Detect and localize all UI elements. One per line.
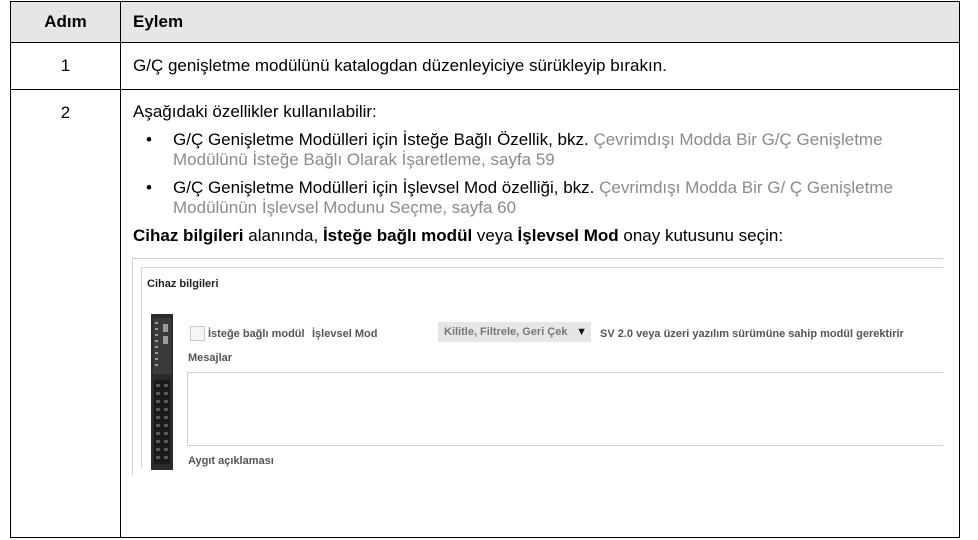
bullet-icon: •: [146, 178, 152, 197]
table-row: 2 Aşağıdaki özellikler kullanılabilir: •…: [10, 89, 960, 538]
functional-mode-select[interactable]: Kilitle, Filtrele, Geri Çek ▼: [438, 322, 591, 342]
action-text: G/Ç genişletme modülünü katalogdan düzen…: [120, 42, 960, 90]
list-item: • G/Ç Genişletme Modülleri için İşlevsel…: [133, 178, 949, 218]
optional-module-checkbox[interactable]: [190, 326, 205, 341]
instruction-text: Cihaz bilgileri alanında, İsteğe bağlı m…: [133, 226, 949, 246]
module-image-icon: [151, 314, 173, 470]
step-number: 2: [10, 89, 121, 538]
version-requirement-text: SV 2.0 veya üzeri yazılım sürümüne sahip…: [600, 328, 904, 340]
messages-label: Mesajlar: [188, 352, 233, 364]
bold-term: Cihaz bilgileri: [133, 226, 244, 245]
table-header-row: Adım Eylem: [10, 1, 960, 43]
bold-term: İsteğe bağlı modül: [322, 226, 473, 245]
step-number: 1: [10, 42, 121, 90]
list-item: • G/Ç Genişletme Modülleri için İsteğe B…: [133, 130, 949, 170]
device-info-panel: Cihaz bilgileri İsteğe bağlı modül İşlev…: [141, 267, 943, 470]
messages-textarea[interactable]: [187, 372, 943, 446]
bullet-icon: •: [146, 130, 152, 149]
instruction-part: alanında,: [243, 226, 323, 245]
device-info-screenshot: Cihaz bilgileri İsteğe bağlı modül İşlev…: [132, 258, 943, 475]
feature-list: • G/Ç Genişletme Modülleri için İsteğe B…: [133, 130, 949, 218]
bold-term: İşlevsel Mod: [517, 226, 619, 245]
table-row: 1 G/Ç genişletme modülünü katalogdan düz…: [10, 42, 960, 90]
bullet-text: G/Ç Genişletme Modülleri için İsteğe Bağ…: [173, 130, 589, 149]
functional-mode-value: Kilitle, Filtrele, Geri Çek: [444, 326, 568, 338]
optional-module-label: İsteğe bağlı modül: [208, 328, 305, 340]
instruction-part: onay kutusunu seçin:: [618, 226, 784, 245]
device-description-label: Aygıt açıklaması: [188, 455, 274, 467]
header-action: Eylem: [120, 1, 960, 43]
instruction-part: veya: [472, 226, 518, 245]
device-info-title: Cihaz bilgileri: [147, 278, 219, 290]
bullet-text: G/Ç Genişletme Modülleri için İşlevsel M…: [173, 178, 595, 197]
action-intro: Aşağıdaki özellikler kullanılabilir:: [133, 102, 377, 121]
action-cell: Aşağıdaki özellikler kullanılabilir: • G…: [120, 89, 960, 538]
steps-table: Adım Eylem 1 G/Ç genişletme modülünü kat…: [10, 1, 960, 538]
functional-mode-label: İşlevsel Mod: [312, 328, 378, 340]
dropdown-arrow-icon: ▼: [576, 326, 587, 338]
header-step: Adım: [10, 1, 121, 43]
